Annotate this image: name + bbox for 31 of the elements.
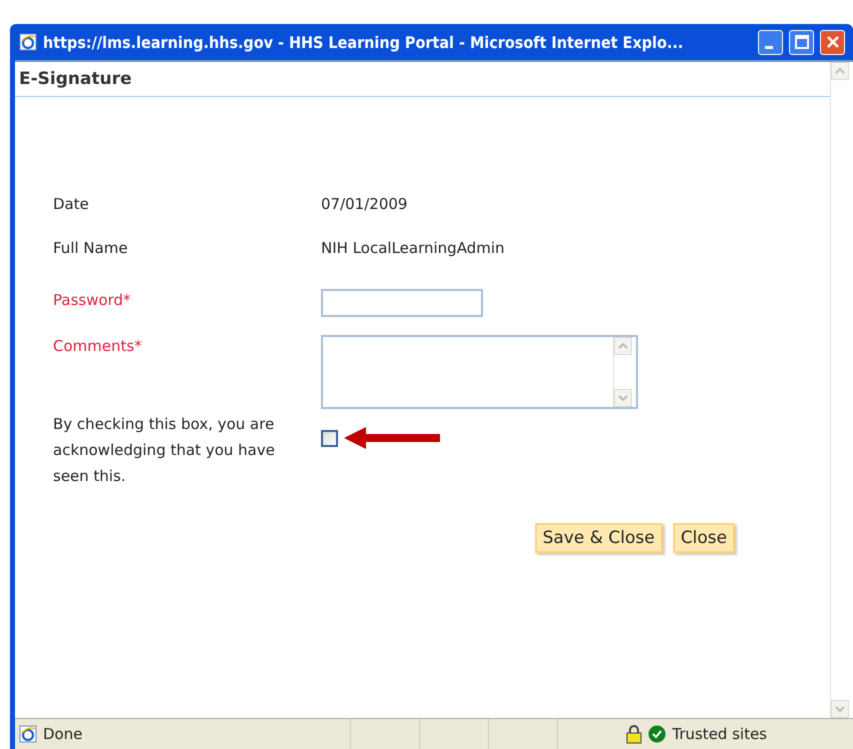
maximize-button[interactable] xyxy=(789,30,814,54)
password-field[interactable] xyxy=(321,289,483,317)
comments-field[interactable] xyxy=(321,335,638,409)
maximize-icon xyxy=(794,35,808,49)
save-close-button[interactable]: Save & Close xyxy=(534,523,663,553)
minimize-button[interactable] xyxy=(758,30,783,54)
status-text: Done xyxy=(43,725,82,743)
close-icon xyxy=(826,35,840,49)
close-window-button[interactable] xyxy=(820,30,845,54)
acknowledge-checkbox[interactable] xyxy=(321,430,338,446)
check-icon xyxy=(648,725,666,743)
scroll-down-icon[interactable] xyxy=(614,389,632,407)
field-label: Date xyxy=(53,194,89,215)
scroll-up-icon[interactable] xyxy=(614,337,632,355)
browser-icon xyxy=(19,33,37,51)
minimize-icon xyxy=(764,46,772,48)
lock-icon xyxy=(626,724,642,744)
security-zone: Trusted sites xyxy=(672,725,767,743)
arrow-icon xyxy=(344,427,440,449)
window-title: https://lms.learning.hhs.gov - HHS Learning Portal - Microsoft Internet Explo... xyxy=(43,32,684,52)
field-label: Comments* xyxy=(53,336,142,357)
close-button[interactable]: Close xyxy=(672,523,735,553)
scroll-up-icon[interactable] xyxy=(831,62,849,80)
dialog-title: E-Signature xyxy=(19,69,132,89)
scroll-down-icon[interactable] xyxy=(831,700,849,718)
field-value: 07/01/2009 xyxy=(321,194,408,215)
field-label: Password* xyxy=(53,290,131,311)
acknowledgement-text: By checking this box, you are acknowledging that you have seen this. xyxy=(53,414,276,487)
browser-icon xyxy=(19,725,37,743)
field-value: NIH LocalLearningAdmin xyxy=(321,238,504,259)
field-label: Full Name xyxy=(53,238,128,259)
